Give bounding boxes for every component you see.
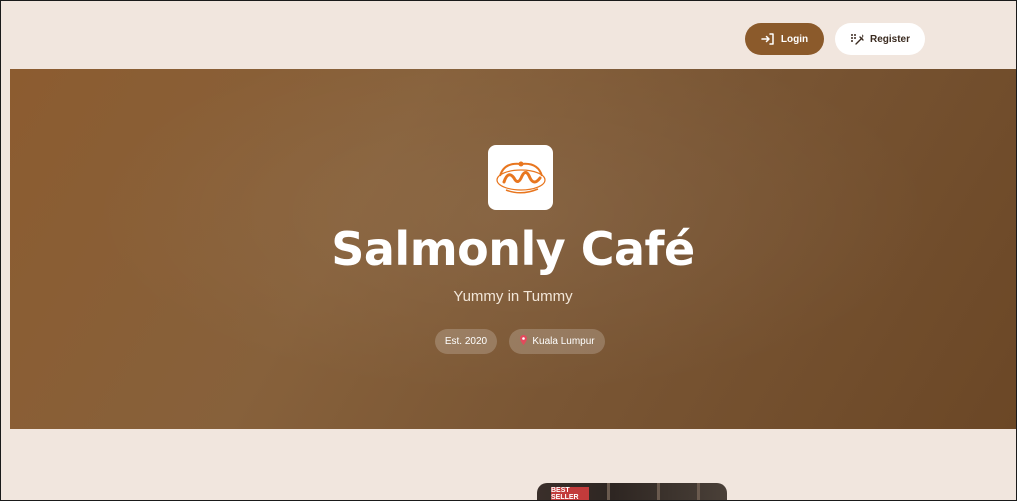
best-seller-tag: BEST SELLER xyxy=(551,487,589,500)
established-text: Est. 2020 xyxy=(444,336,488,347)
login-label: Login xyxy=(780,33,809,45)
top-navbar: Login Register xyxy=(1,1,1016,69)
cafe-logo xyxy=(488,145,553,210)
established-badge: Est. 2020 xyxy=(435,329,497,354)
register-button[interactable]: Register xyxy=(835,23,925,55)
hero-banner: Salmonly Café Yummy in Tummy Est. 2020 K… xyxy=(10,69,1016,429)
login-button[interactable]: Login xyxy=(745,23,824,55)
page-title: Salmonly Café xyxy=(331,222,695,276)
salmonly-logo-icon xyxy=(495,161,546,193)
register-icon xyxy=(850,33,864,45)
location-text: Kuala Lumpur xyxy=(532,336,595,347)
image-detail xyxy=(697,483,700,500)
image-detail xyxy=(657,483,660,500)
image-detail xyxy=(607,483,610,500)
featured-image-preview[interactable]: BEST SELLER xyxy=(537,483,727,500)
login-icon xyxy=(761,33,775,45)
location-badge: Kuala Lumpur xyxy=(509,329,605,354)
location-pin-icon xyxy=(519,335,528,348)
tagline: Yummy in Tummy xyxy=(453,288,573,305)
register-label: Register xyxy=(869,33,910,45)
page-frame: Login Register Salmonly Café Yummy in Tu… xyxy=(0,0,1017,501)
